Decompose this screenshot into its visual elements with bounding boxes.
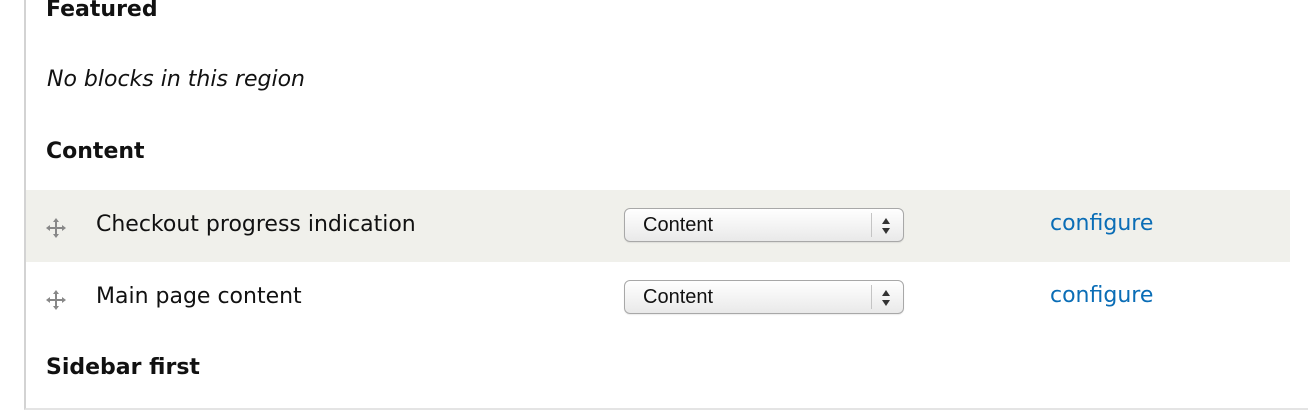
- block-layout-table: Featured No blocks in this region Conten…: [24, 0, 1308, 410]
- region-select-value: Content: [643, 214, 714, 236]
- region-select[interactable]: Content: [624, 280, 904, 314]
- region-title-content: Content: [46, 139, 145, 164]
- block-label: Checkout progress indication: [96, 212, 416, 237]
- up-down-arrows-icon: [879, 215, 893, 237]
- region-title-sidebar-first: Sidebar first: [46, 355, 200, 380]
- configure-link[interactable]: configure: [1050, 281, 1153, 311]
- configure-link[interactable]: configure: [1050, 209, 1153, 239]
- drag-handle-icon[interactable]: [46, 218, 66, 238]
- select-divider: [871, 285, 872, 309]
- region-title-featured: Featured: [46, 0, 158, 22]
- drag-handle-icon[interactable]: [46, 290, 66, 310]
- region-select-value: Content: [643, 286, 714, 308]
- block-row: Checkout progress indication Content con…: [26, 190, 1290, 262]
- block-label: Main page content: [96, 284, 302, 309]
- region-select[interactable]: Content: [624, 208, 904, 242]
- up-down-arrows-icon: [879, 287, 893, 309]
- select-divider: [871, 213, 872, 237]
- region-empty-message: No blocks in this region: [47, 67, 305, 92]
- block-row: Main page content Content configure: [26, 262, 1290, 334]
